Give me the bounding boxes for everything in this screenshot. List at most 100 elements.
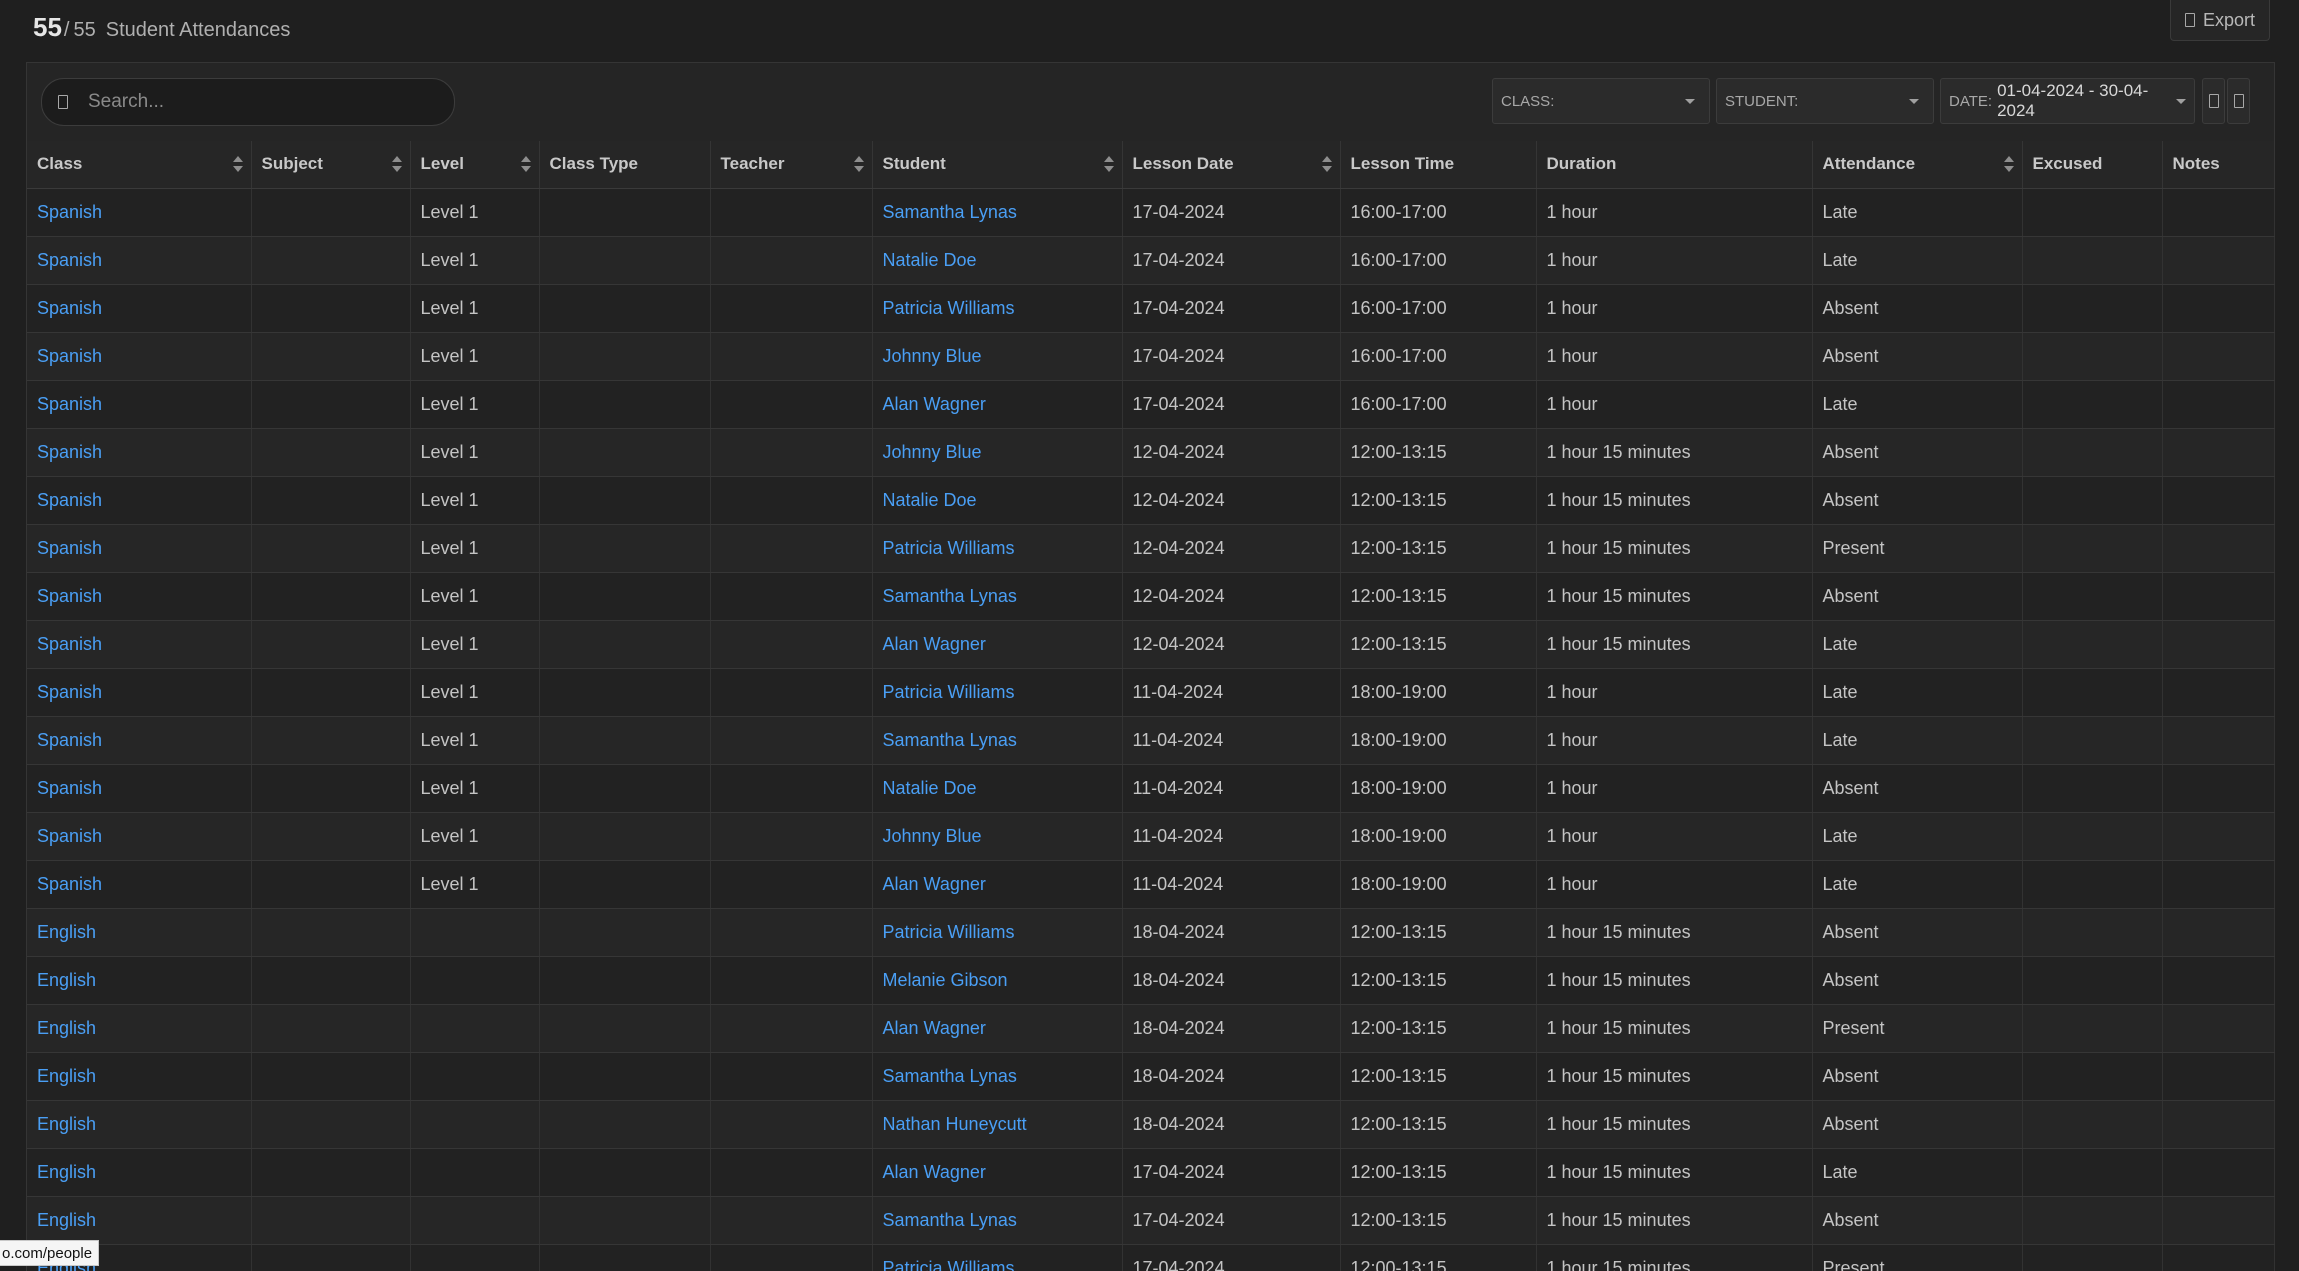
student-cell[interactable]: Patricia Williams bbox=[872, 1244, 1123, 1271]
column-header-student[interactable]: Student bbox=[872, 141, 1123, 189]
student-cell[interactable]: Alan Wagner bbox=[872, 620, 1123, 669]
subject-cell bbox=[251, 716, 411, 765]
column-header-class[interactable]: Class bbox=[27, 141, 252, 189]
level-cell: Level 1 bbox=[410, 812, 540, 861]
excused-cell bbox=[2022, 236, 2163, 285]
class-cell[interactable]: Spanish bbox=[27, 812, 252, 861]
class-cell[interactable]: Spanish bbox=[27, 476, 252, 525]
student-cell[interactable]: Nathan Huneycutt bbox=[872, 1100, 1123, 1149]
lesson-time-cell: 16:00-17:00 bbox=[1340, 284, 1537, 333]
column-header-level[interactable]: Level bbox=[410, 141, 540, 189]
attendance-cell: Absent bbox=[1812, 572, 2023, 621]
student-cell[interactable]: Johnny Blue bbox=[872, 428, 1123, 477]
class-type-cell bbox=[539, 860, 711, 909]
class-filter[interactable]: CLASS: bbox=[1492, 78, 1710, 124]
duration-cell: 1 hour 15 minutes bbox=[1536, 956, 1813, 1005]
date-filter-value: 01-04-2024 - 30-04-2024 bbox=[1997, 81, 2149, 120]
student-cell[interactable]: Melanie Gibson bbox=[872, 956, 1123, 1005]
attendance-cell: Absent bbox=[1812, 1196, 2023, 1245]
class-cell[interactable]: English bbox=[27, 1100, 252, 1149]
search-input[interactable] bbox=[86, 90, 454, 114]
student-cell[interactable]: Alan Wagner bbox=[872, 860, 1123, 909]
student-cell[interactable]: Samantha Lynas bbox=[872, 716, 1123, 765]
student-cell[interactable]: Natalie Doe bbox=[872, 476, 1123, 525]
column-header-attendance[interactable]: Attendance bbox=[1812, 141, 2023, 189]
subject-cell bbox=[251, 284, 411, 333]
column-header-lesson-date[interactable]: Lesson Date bbox=[1122, 141, 1341, 189]
student-cell[interactable]: Natalie Doe bbox=[872, 236, 1123, 285]
column-header-subject[interactable]: Subject bbox=[251, 141, 411, 189]
column-toggle-button[interactable] bbox=[2202, 78, 2225, 124]
class-cell[interactable]: Spanish bbox=[27, 428, 252, 477]
export-label: Export bbox=[2202, 9, 2255, 30]
class-cell[interactable]: English bbox=[27, 1004, 252, 1053]
attendance-cell: Late bbox=[1812, 236, 2023, 285]
notes-cell bbox=[2162, 908, 2275, 957]
student-filter-label: STUDENT: bbox=[1725, 92, 1799, 110]
class-cell[interactable]: Spanish bbox=[27, 236, 252, 285]
export-button[interactable]: Export bbox=[2169, 0, 2270, 41]
excused-cell bbox=[2022, 572, 2163, 621]
lesson-time-cell: 16:00-17:00 bbox=[1340, 236, 1537, 285]
class-cell[interactable]: English bbox=[27, 1052, 252, 1101]
student-cell[interactable]: Johnny Blue bbox=[872, 332, 1123, 381]
class-cell[interactable]: Spanish bbox=[27, 188, 252, 237]
student-cell[interactable]: Patricia Williams bbox=[872, 668, 1123, 717]
class-cell[interactable]: Spanish bbox=[27, 860, 252, 909]
class-cell[interactable]: Spanish bbox=[27, 524, 252, 573]
class-cell[interactable]: Spanish bbox=[27, 620, 252, 669]
class-cell[interactable]: Spanish bbox=[27, 716, 252, 765]
class-type-cell bbox=[539, 428, 711, 477]
level-cell: Level 1 bbox=[410, 476, 540, 525]
student-cell[interactable]: Samantha Lynas bbox=[872, 188, 1123, 237]
table-row: English Alan Wagner 18-04-2024 12:00-13:15 1… bbox=[27, 1004, 2275, 1053]
class-cell[interactable]: Spanish bbox=[27, 572, 252, 621]
teacher-cell bbox=[710, 236, 873, 285]
class-cell[interactable]: English bbox=[27, 908, 252, 957]
class-cell[interactable]: English bbox=[27, 1196, 252, 1245]
class-cell[interactable]: English bbox=[27, 1148, 252, 1197]
lesson-date-cell: 11-04-2024 bbox=[1122, 668, 1341, 717]
class-cell[interactable]: Spanish bbox=[27, 668, 252, 717]
attendance-cell: Late bbox=[1812, 380, 2023, 429]
lesson-date-cell: 12-04-2024 bbox=[1122, 476, 1341, 525]
class-cell[interactable]: English bbox=[27, 956, 252, 1005]
duration-cell: 1 hour bbox=[1536, 236, 1813, 285]
class-type-cell bbox=[539, 1196, 711, 1245]
attendance-cell: Late bbox=[1812, 188, 2023, 237]
class-cell[interactable]: Spanish bbox=[27, 380, 252, 429]
duration-cell: 1 hour bbox=[1536, 860, 1813, 909]
teacher-cell bbox=[710, 1196, 873, 1245]
columns-icon bbox=[2208, 94, 2219, 108]
duration-cell: 1 hour bbox=[1536, 380, 1813, 429]
student-cell[interactable]: Samantha Lynas bbox=[872, 572, 1123, 621]
student-filter[interactable]: STUDENT: bbox=[1716, 78, 1934, 124]
sort-icon bbox=[853, 156, 864, 172]
student-cell[interactable]: Johnny Blue bbox=[872, 812, 1123, 861]
duration-cell: 1 hour 15 minutes bbox=[1536, 908, 1813, 957]
lesson-time-cell: 12:00-13:15 bbox=[1340, 1148, 1537, 1197]
student-cell[interactable]: Alan Wagner bbox=[872, 1004, 1123, 1053]
settings-button[interactable] bbox=[2227, 78, 2250, 124]
class-cell[interactable]: Spanish bbox=[27, 764, 252, 813]
student-cell[interactable]: Samantha Lynas bbox=[872, 1196, 1123, 1245]
student-cell[interactable]: Patricia Williams bbox=[872, 284, 1123, 333]
student-cell[interactable]: Natalie Doe bbox=[872, 764, 1123, 813]
class-filter-label: CLASS: bbox=[1501, 92, 1555, 110]
class-cell[interactable]: Spanish bbox=[27, 332, 252, 381]
student-cell[interactable]: Samantha Lynas bbox=[872, 1052, 1123, 1101]
lesson-date-cell: 17-04-2024 bbox=[1122, 188, 1341, 237]
student-cell[interactable]: Alan Wagner bbox=[872, 380, 1123, 429]
date-filter[interactable]: DATE: 01-04-2024 - 30-04-2024 bbox=[1940, 78, 2195, 124]
student-cell[interactable]: Patricia Williams bbox=[872, 908, 1123, 957]
student-cell[interactable]: Patricia Williams bbox=[872, 524, 1123, 573]
export-icon bbox=[2184, 13, 2195, 27]
class-cell[interactable]: Spanish bbox=[27, 284, 252, 333]
student-cell[interactable]: Alan Wagner bbox=[872, 1148, 1123, 1197]
notes-cell bbox=[2162, 1052, 2275, 1101]
teacher-cell bbox=[710, 284, 873, 333]
lesson-date-cell: 17-04-2024 bbox=[1122, 284, 1341, 333]
lesson-time-cell: 12:00-13:15 bbox=[1340, 1052, 1537, 1101]
column-header-teacher[interactable]: Teacher bbox=[710, 141, 873, 189]
lesson-date-cell: 11-04-2024 bbox=[1122, 764, 1341, 813]
